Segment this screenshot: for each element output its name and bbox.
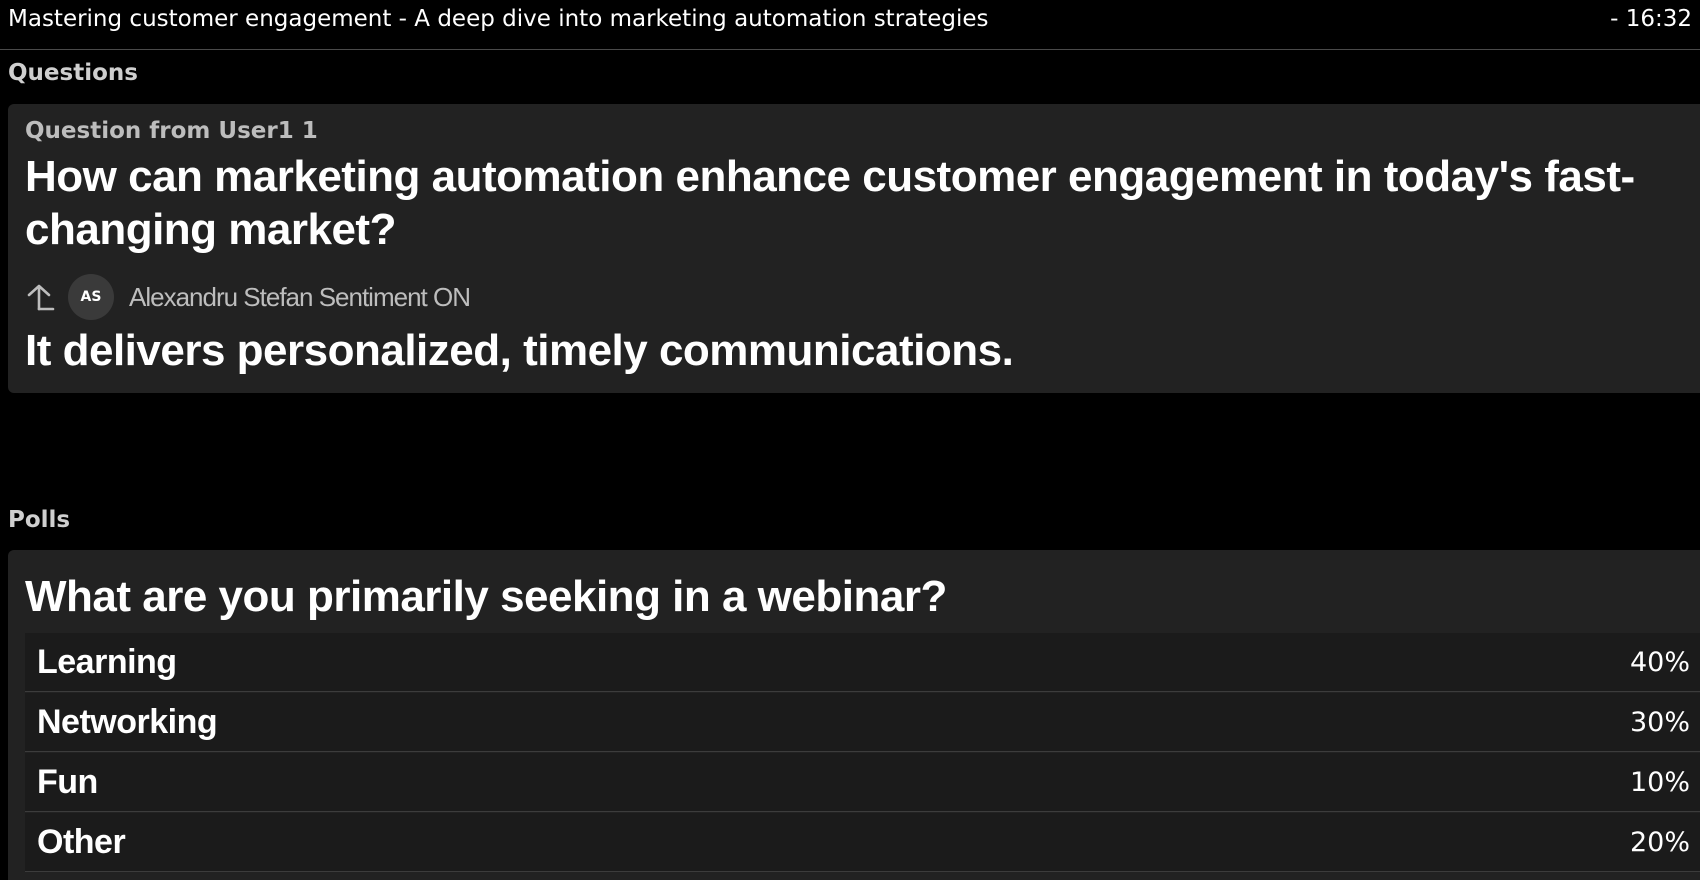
poll-card: What are you primarily seeking in a webi… [8, 550, 1700, 880]
reply-author: Alexandru Stefan Sentiment ON [129, 282, 471, 312]
session-header: Mastering customer engagement - A deep d… [0, 0, 1700, 50]
poll-option-label: Networking [37, 703, 218, 741]
poll-option-fun: Fun 10% [25, 753, 1700, 812]
questions-section-label: Questions [8, 60, 138, 86]
avatar: AS [68, 274, 114, 320]
poll-question: What are you primarily seeking in a webi… [25, 572, 947, 621]
answer-text: It delivers personalized, timely communi… [25, 326, 1014, 375]
poll-option-percent: 10% [1629, 767, 1690, 798]
question-meta: Question from User1 1 [25, 118, 318, 144]
poll-option-percent: 40% [1629, 647, 1690, 678]
poll-option-percent: 30% [1629, 707, 1690, 738]
session-time: - 16:32 [1610, 6, 1692, 32]
poll-option-percent: 20% [1629, 827, 1690, 858]
poll-option-other: Other 20% [25, 813, 1700, 872]
poll-option-label: Learning [37, 643, 177, 681]
question-text: How can marketing automation enhance cus… [25, 152, 1635, 254]
reply-row: AS Alexandru Stefan Sentiment ON [25, 272, 825, 320]
session-title: Mastering customer engagement - A deep d… [8, 6, 989, 32]
reply-arrow-icon [25, 282, 57, 312]
poll-options: Learning 40% Networking 30% Fun 10% Othe… [25, 633, 1700, 873]
polls-section-label: Polls [8, 507, 71, 533]
poll-option-learning: Learning 40% [25, 633, 1700, 692]
poll-option-networking: Networking 30% [25, 693, 1700, 752]
poll-option-label: Other [37, 823, 126, 861]
poll-option-label: Fun [37, 763, 98, 801]
question-card: Question from User1 1 How can marketing … [8, 104, 1700, 393]
